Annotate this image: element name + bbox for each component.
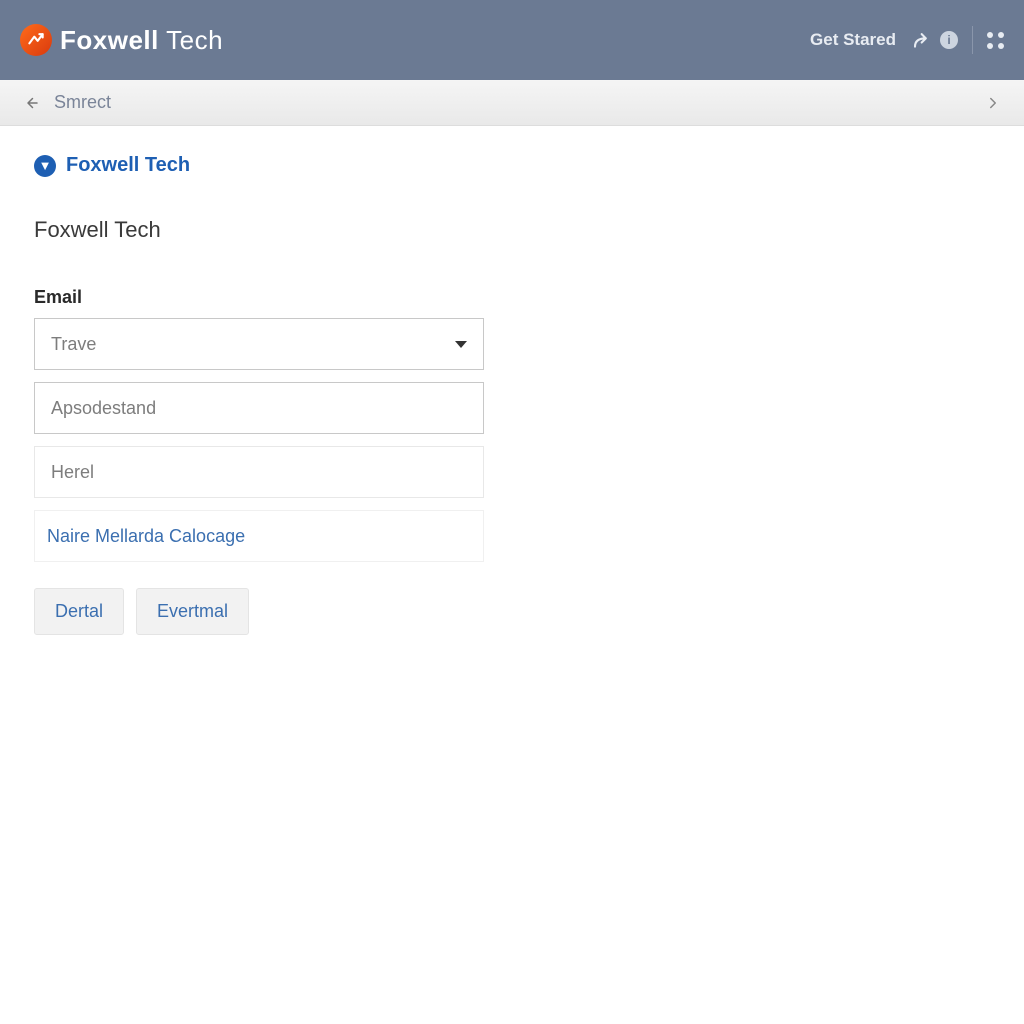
field-value: Apsodestand — [51, 398, 156, 419]
breadcrumb-bar: Smrect — [0, 80, 1024, 126]
brand-text: Foxwell Tech — [60, 25, 223, 56]
select-value: Trave — [51, 334, 96, 355]
link-text: Naire Mellarda Calocage — [47, 526, 245, 547]
info-line: ▼ Foxwell Tech — [34, 154, 990, 177]
main-content: ▼ Foxwell Tech Foxwell Tech Email Trave … — [0, 126, 1024, 663]
redo-icon[interactable] — [910, 30, 930, 50]
dertal-button[interactable]: Dertal — [34, 588, 124, 635]
info-title: Foxwell Tech — [66, 154, 190, 177]
header-divider — [972, 26, 973, 54]
evertmal-button[interactable]: Evertmal — [136, 588, 249, 635]
breadcrumb-text[interactable]: Smrect — [54, 92, 111, 113]
email-select[interactable]: Trave — [34, 318, 484, 370]
get-started-link[interactable]: Get Stared — [810, 30, 896, 50]
brand-icon — [20, 24, 52, 56]
field-apsodestand[interactable]: Apsodestand — [34, 382, 484, 434]
field-herel[interactable]: Herel — [34, 446, 484, 498]
breadcrumb-left: Smrect — [22, 92, 111, 113]
link-row[interactable]: Naire Mellarda Calocage — [34, 510, 484, 562]
email-label: Email — [34, 287, 990, 308]
header-right: Get Stared i — [810, 26, 1004, 54]
forward-icon[interactable] — [984, 94, 1002, 112]
header-icons: i — [910, 26, 1004, 54]
info-badge-icon: ▼ — [34, 155, 56, 177]
button-row: Dertal Evertmal — [34, 588, 990, 635]
back-icon[interactable] — [22, 94, 40, 112]
apps-icon[interactable] — [987, 32, 1004, 49]
field-value: Herel — [51, 462, 94, 483]
app-header: Foxwell Tech Get Stared i — [0, 0, 1024, 80]
brand-logo[interactable]: Foxwell Tech — [20, 24, 223, 56]
chevron-down-icon — [455, 341, 467, 348]
info-icon[interactable]: i — [940, 31, 958, 49]
page-title: Foxwell Tech — [34, 217, 990, 243]
